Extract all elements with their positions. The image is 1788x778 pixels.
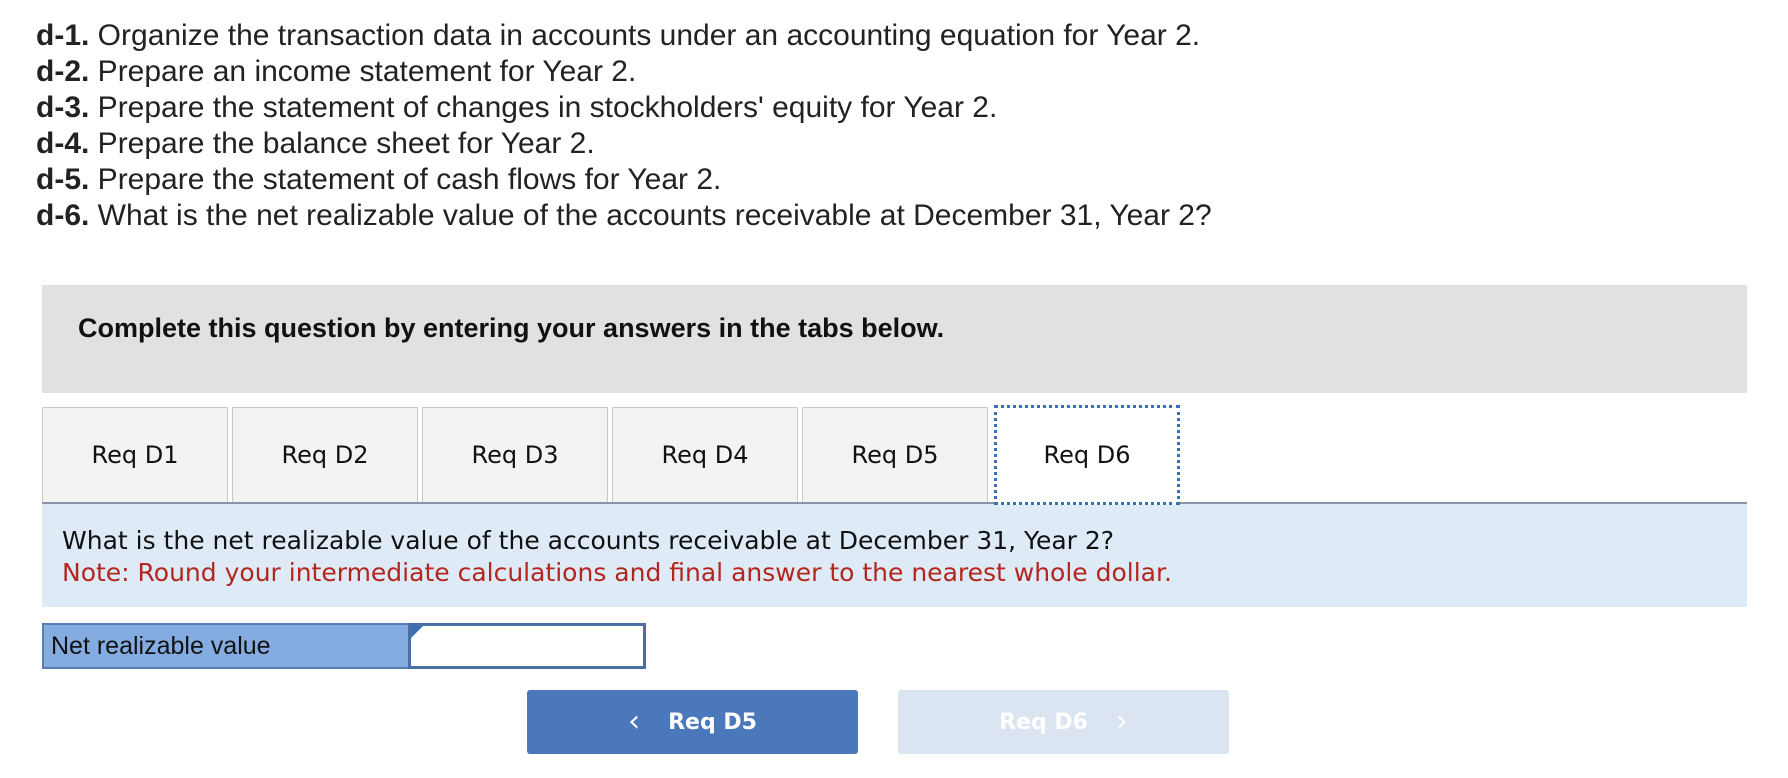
requirement-item: d-6. What is the net realizable value of… [36,198,1776,234]
tab-req-d5[interactable]: Req D5 [802,407,988,502]
tab-req-d2[interactable]: Req D2 [232,407,418,502]
tab-req-d1[interactable]: Req D1 [42,407,228,502]
requirement-id: d-2. [36,55,90,88]
requirement-item: d-4. Prepare the balance sheet for Year … [36,126,1776,162]
requirement-text: Organize the transaction data in account… [89,19,1201,52]
requirement-id: d-6. [36,199,90,232]
requirement-text: Prepare the statement of changes in stoc… [89,91,998,124]
tab-req-d6[interactable]: Req D6 [994,405,1180,505]
instruction-banner: Complete this question by entering your … [42,285,1747,393]
chevron-left-icon: ‹ [628,704,641,739]
chevron-right-icon: › [1115,704,1128,739]
net-realizable-value-input[interactable] [408,623,646,669]
next-tab-button: Req D6 › [898,690,1229,754]
requirement-id: d-4. [36,127,90,160]
next-tab-label: Req D6 [999,709,1088,735]
requirement-text: Prepare the statement of cash flows for … [89,163,722,196]
requirement-item: d-2. Prepare an income statement for Yea… [36,54,1776,90]
rounding-note: Note: Round your intermediate calculatio… [62,558,1172,587]
requirement-id: d-3. [36,91,90,124]
instruction-text: Complete this question by entering your … [78,313,945,343]
requirement-text: Prepare the balance sheet for Year 2. [89,127,595,160]
requirement-id: d-5. [36,163,90,196]
question-panel: What is the net realizable value of the … [42,504,1747,607]
prev-tab-button[interactable]: ‹ Req D5 [527,690,858,754]
requirement-id: d-1. [36,19,90,52]
tab-bar: Req D1 Req D2 Req D3 Req D4 Req D5 Req D… [42,405,1747,505]
requirement-item: d-3. Prepare the statement of changes in… [36,90,1776,126]
prev-tab-label: Req D5 [668,709,757,735]
question-text: What is the net realizable value of the … [62,526,1115,555]
requirement-item: d-5. Prepare the statement of cash flows… [36,162,1776,198]
requirement-text: What is the net realizable value of the … [89,199,1212,232]
requirement-text: Prepare an income statement for Year 2. [89,55,637,88]
requirement-item: d-1. Organize the transaction data in ac… [36,18,1776,54]
answer-label: Net realizable value [42,623,408,669]
tab-req-d4[interactable]: Req D4 [612,407,798,502]
answer-row: Net realizable value [42,623,646,669]
tab-req-d3[interactable]: Req D3 [422,407,608,502]
requirements-list: d-1. Organize the transaction data in ac… [36,18,1776,234]
